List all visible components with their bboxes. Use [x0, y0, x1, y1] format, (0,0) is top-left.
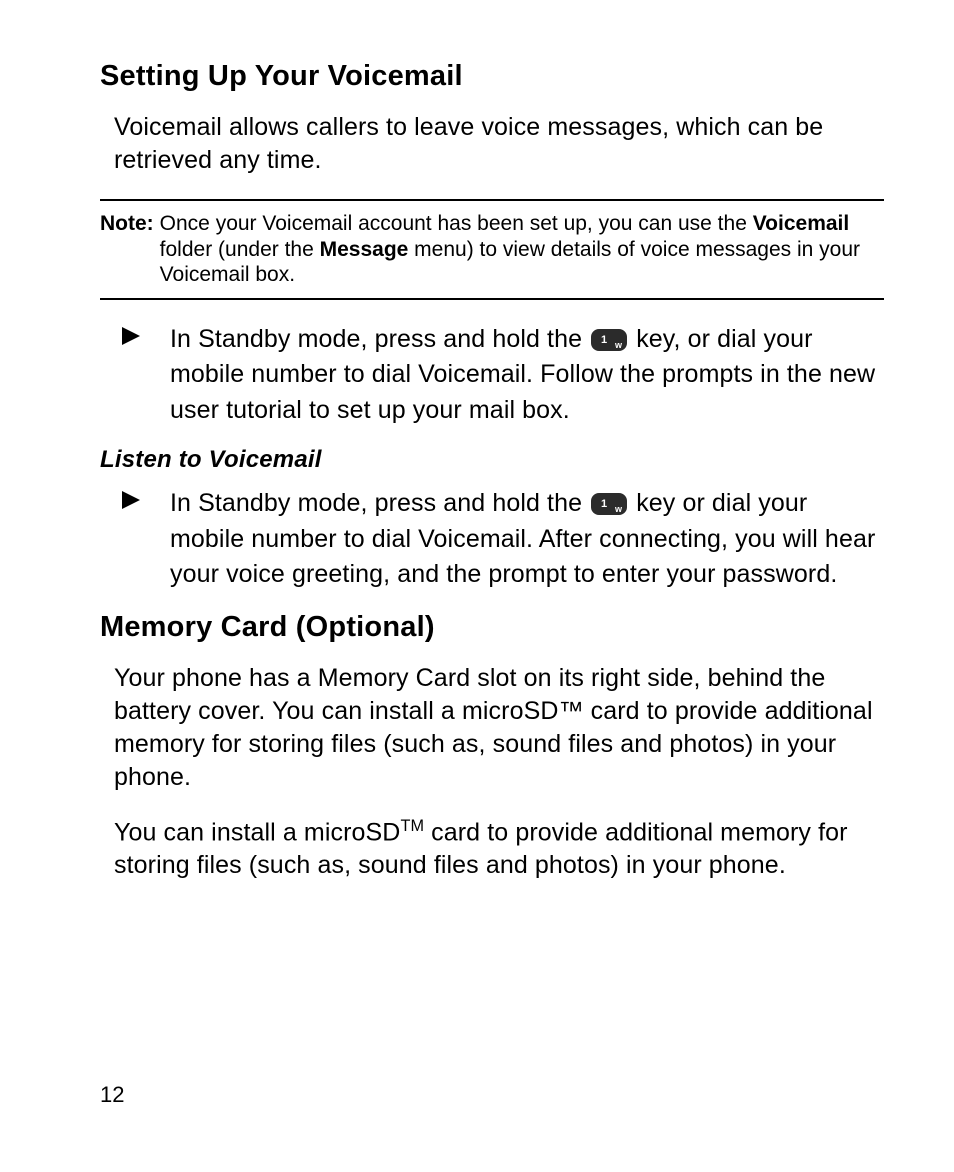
trademark-superscript: TM	[400, 817, 424, 835]
svg-text:1: 1	[601, 334, 607, 346]
step-setup-voicemail: In Standby mode, press and hold the 1w k…	[122, 322, 884, 429]
svg-text:w: w	[614, 504, 623, 514]
subheading-listen-voicemail: Listen to Voicemail	[100, 446, 884, 474]
step-text: In Standby mode, press and hold the 1w k…	[170, 322, 884, 429]
one-w-key-icon: 1w	[591, 326, 627, 348]
memory-card-para-2: You can install a microSDTM card to prov…	[114, 816, 884, 882]
voicemail-intro-paragraph: Voicemail allows callers to leave voice …	[114, 111, 884, 177]
svg-text:1: 1	[601, 498, 607, 510]
section-heading-memory-card: Memory Card (Optional)	[100, 611, 884, 644]
memory-card-para-1: Your phone has a Memory Card slot on its…	[114, 662, 884, 794]
manual-page: Setting Up Your Voicemail Voicemail allo…	[0, 0, 954, 1172]
note-label: Note:	[100, 211, 154, 237]
note-text: Once your Voicemail account has been set…	[160, 211, 880, 288]
play-triangle-icon	[122, 327, 140, 345]
svg-text:w: w	[614, 340, 623, 350]
step-text: In Standby mode, press and hold the 1w k…	[170, 486, 884, 593]
section-heading-voicemail: Setting Up Your Voicemail	[100, 60, 884, 93]
one-w-key-icon: 1w	[591, 490, 627, 512]
play-triangle-icon	[122, 491, 140, 509]
page-number: 12	[100, 1082, 124, 1108]
note-block: Note: Once your Voicemail account has be…	[100, 199, 884, 300]
step-listen-voicemail: In Standby mode, press and hold the 1w k…	[122, 486, 884, 593]
